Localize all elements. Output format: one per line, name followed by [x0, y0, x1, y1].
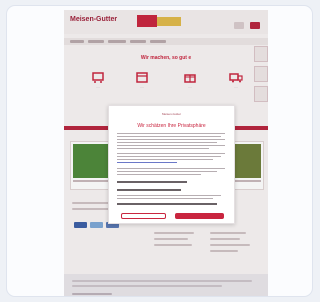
cookie-consent-dialog: Meisen-Gutter Wir schätzen Ihre Privatsp… [108, 105, 235, 224]
consent-settings-button[interactable] [121, 213, 166, 219]
screenshot-card: Meisen-Gutter Wir machen, so gut e ···· … [6, 5, 313, 297]
consent-text-line [117, 174, 201, 175]
consent-text-line [117, 156, 221, 157]
website-screenshot: Meisen-Gutter Wir machen, so gut e ···· … [64, 10, 268, 296]
consent-option-heading [117, 181, 187, 183]
consent-option-text [117, 195, 221, 196]
consent-text-line [117, 139, 225, 140]
accept-all-button[interactable] [175, 213, 224, 219]
consent-text-line [117, 148, 209, 149]
consent-text-line [117, 136, 221, 137]
consent-heading: Wir schätzen Ihre Privatsphäre [137, 123, 206, 129]
consent-text-line [117, 159, 213, 160]
consent-option-text [117, 198, 213, 199]
consent-text-line [117, 171, 217, 172]
consent-text-line [117, 133, 225, 134]
consent-option-heading [117, 203, 217, 205]
consent-text-line [117, 145, 225, 146]
consent-option-heading [117, 189, 181, 191]
consent-text-line [117, 168, 225, 169]
consent-text-line [117, 153, 225, 154]
consent-text-line [117, 142, 217, 143]
consent-brand: Meisen-Gutter [161, 112, 181, 116]
privacy-policy-link[interactable] [117, 162, 177, 163]
